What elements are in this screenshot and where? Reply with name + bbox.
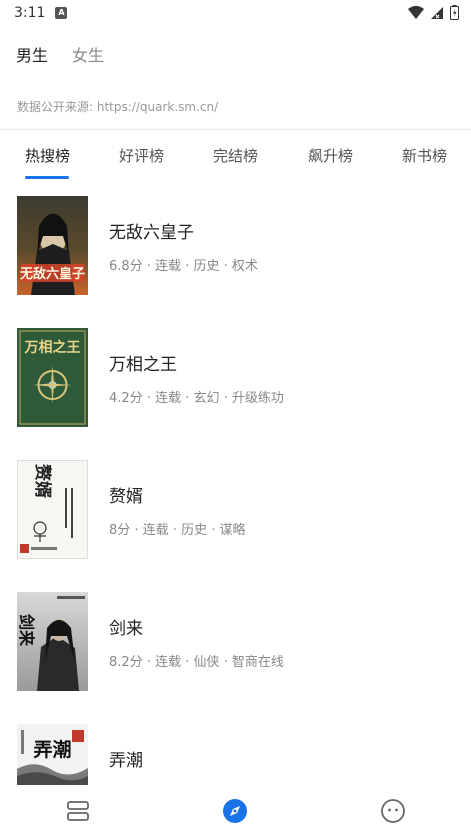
ranking-tabs: 热搜榜 好评榜 完结榜 飙升榜 新书榜 [0, 130, 471, 180]
book-item[interactable]: 万相之王 万相之王 4.2分 · 连载 · 玄幻 · 升级练功 [0, 328, 471, 428]
smiley-face-icon[interactable] [380, 798, 406, 824]
book-cover[interactable]: 万相之王 [17, 328, 88, 427]
status-icons [408, 5, 459, 20]
status-time: 3:11 [14, 5, 46, 21]
tab-completed[interactable]: 完结榜 [213, 145, 258, 166]
book-meta: 6.8分 · 连载 · 历史 · 权术 [109, 259, 258, 274]
book-title[interactable]: 弄潮 [109, 746, 143, 771]
book-title[interactable]: 无敌六皇子 [109, 218, 194, 243]
compass-icon[interactable] [222, 798, 248, 824]
book-title[interactable]: 万相之王 [109, 350, 177, 375]
wifi-icon [408, 5, 424, 19]
cover-title-text: 弄潮 [32, 739, 71, 761]
signal-icon [431, 6, 443, 19]
status-bar: 3:11 A [0, 0, 471, 26]
cover-title-text: 赘婿 [32, 463, 53, 498]
book-item[interactable]: 无敌六皇子 无敌六皇子 6.8分 · 连载 · 历史 · 权术 [0, 196, 471, 296]
book-item[interactable]: 赘婿 赘婿 8分 · 连载 · 历史 · 谋略 [0, 460, 471, 560]
tab-hot-search[interactable]: 热搜榜 [25, 145, 70, 166]
cover-title-text: 无敌六皇子 [19, 266, 85, 282]
cover-title-text: 剑来 [17, 613, 36, 647]
tab-female[interactable]: 女生 [72, 42, 104, 66]
book-cover[interactable]: 无敌六皇子 [17, 196, 88, 295]
notification-icon: A [55, 7, 68, 19]
tab-new-books[interactable]: 新书榜 [402, 145, 447, 166]
book-item[interactable]: 剑来 剑来 8.2分 · 连载 · 仙侠 · 智商在线 [0, 592, 471, 692]
bookshelf-icon[interactable] [65, 798, 91, 824]
data-source-text: 数据公开来源: https://quark.sm.cn/ [17, 100, 219, 114]
book-meta: 8.2分 · 连载 · 仙侠 · 智商在线 [109, 655, 284, 670]
active-tab-indicator [25, 176, 69, 179]
book-meta: 4.2分 · 连载 · 玄幻 · 升级练功 [109, 391, 284, 406]
tab-top-rated[interactable]: 好评榜 [119, 145, 164, 166]
book-meta: 8分 · 连载 · 历史 · 谋略 [109, 523, 246, 538]
battery-icon [450, 5, 459, 20]
tab-rising[interactable]: 飙升榜 [308, 145, 353, 166]
tab-male[interactable]: 男生 [16, 42, 48, 66]
book-cover[interactable]: 赘婿 [17, 460, 88, 559]
book-cover[interactable]: 剑来 [17, 592, 88, 691]
book-title[interactable]: 剑来 [109, 614, 143, 639]
bottom-nav [0, 785, 471, 837]
book-title[interactable]: 赘婿 [109, 482, 143, 507]
gender-tabs: 男生 女生 [16, 42, 104, 66]
cover-title-text: 万相之王 [24, 339, 81, 356]
book-cover[interactable]: 弄潮 [17, 724, 88, 785]
